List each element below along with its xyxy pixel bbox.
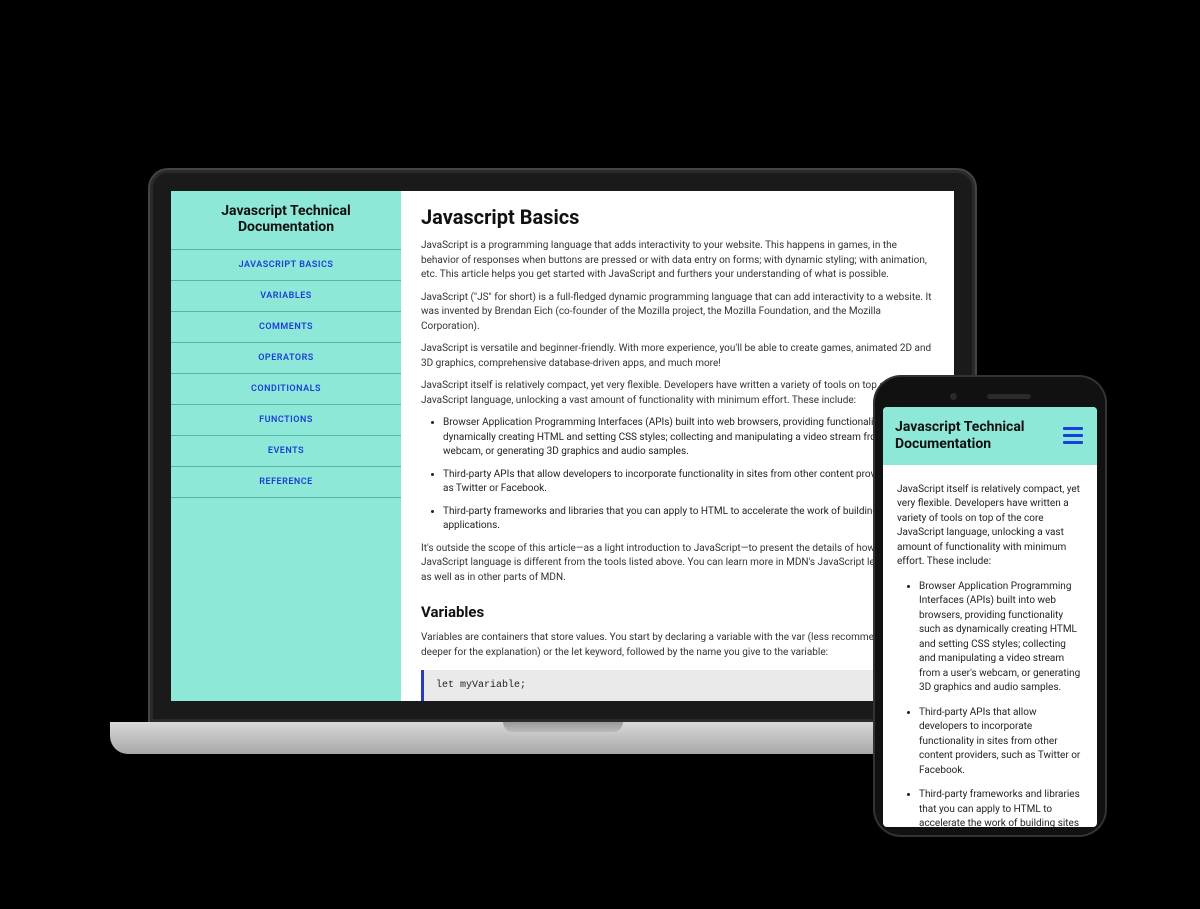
list-item: Third-party APIs that allow developers t… xyxy=(919,706,1083,779)
mobile-header: Javascript Technical Documentation xyxy=(883,407,1097,465)
laptop-viewport: Javascript Technical Documentation Javas… xyxy=(171,191,954,701)
list-item: Third-party APIs that allow developers t… xyxy=(443,468,934,497)
nav-item-conditionals[interactable]: Conditionals xyxy=(171,374,401,405)
phone-speaker xyxy=(987,394,1031,399)
list-item: Browser Application Programming Interfac… xyxy=(919,580,1083,696)
nav-item-basics[interactable]: Javascript Basics xyxy=(171,249,401,281)
sidebar: Javascript Technical Documentation Javas… xyxy=(171,191,401,701)
laptop-mockup: Javascript Technical Documentation Javas… xyxy=(150,170,975,754)
heading-variables: Variables xyxy=(421,603,934,621)
phone-body: Javascript Technical Documentation JavaS… xyxy=(875,377,1105,835)
heading-basics: Javascript Basics xyxy=(421,205,934,229)
sidebar-title: Javascript Technical Documentation xyxy=(171,191,401,249)
nav-item-reference[interactable]: Reference xyxy=(171,467,401,498)
mobile-content: JavaScript itself is relatively compact,… xyxy=(883,465,1097,827)
nav-item-comments[interactable]: Comments xyxy=(171,312,401,343)
phone-viewport: Javascript Technical Documentation JavaS… xyxy=(883,407,1097,827)
phone-mockup: Javascript Technical Documentation JavaS… xyxy=(875,377,1105,835)
main-content: Javascript Basics JavaScript is a progra… xyxy=(401,191,954,701)
paragraph: JavaScript itself is relatively compact,… xyxy=(421,379,934,408)
paragraph: JavaScript ("JS" for short) is a full-fl… xyxy=(421,291,934,335)
nav-item-functions[interactable]: Functions xyxy=(171,405,401,436)
feature-list: Browser Application Programming Interfac… xyxy=(897,580,1083,827)
paragraph: It's outside the scope of this article—a… xyxy=(421,542,934,586)
paragraph: Variables are containers that store valu… xyxy=(421,631,934,660)
nav-item-events[interactable]: Events xyxy=(171,436,401,467)
laptop-bezel: Javascript Technical Documentation Javas… xyxy=(150,170,975,722)
nav-item-operators[interactable]: Operators xyxy=(171,343,401,374)
mobile-title: Javascript Technical Documentation xyxy=(895,419,1061,453)
list-item: Third-party frameworks and libraries tha… xyxy=(919,788,1083,827)
phone-top xyxy=(883,385,1097,407)
phone-camera xyxy=(950,393,957,400)
paragraph: JavaScript itself is relatively compact,… xyxy=(897,483,1083,570)
hamburger-icon[interactable] xyxy=(1061,425,1085,446)
list-item: Third-party frameworks and libraries tha… xyxy=(443,505,934,534)
paragraph: JavaScript is a programming language tha… xyxy=(421,239,934,283)
laptop-notch xyxy=(503,722,623,732)
nav-item-variables[interactable]: Variables xyxy=(171,281,401,312)
doc-page: Javascript Technical Documentation Javas… xyxy=(171,191,954,701)
code-block: let myVariable; xyxy=(421,670,934,701)
list-item: Browser Application Programming Interfac… xyxy=(443,416,934,460)
paragraph: JavaScript is versatile and beginner-fri… xyxy=(421,342,934,371)
feature-list: Browser Application Programming Interfac… xyxy=(421,416,934,534)
